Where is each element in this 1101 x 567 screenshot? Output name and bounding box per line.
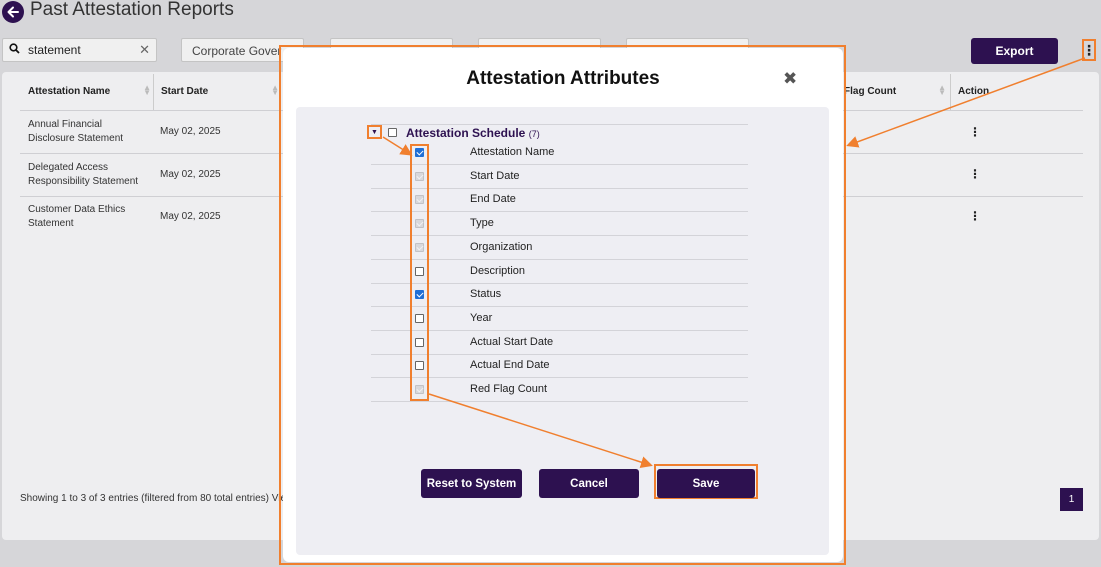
sort-icon: ▲ ▼ <box>938 83 946 97</box>
page-title: Past Attestation Reports <box>30 0 234 20</box>
row-action-icon[interactable]: ⋮ <box>969 209 981 223</box>
modal-body: ▼ Attestation Schedule (7) Attestation N… <box>296 107 829 555</box>
more-options-icon[interactable]: ⋮ <box>1082 39 1096 61</box>
attribute-label: Attestation Name <box>470 146 555 158</box>
export-button[interactable]: Export <box>971 38 1058 64</box>
attribute-label: End Date <box>470 193 516 206</box>
close-icon[interactable]: ✖ <box>783 69 797 89</box>
attribute-label: Status <box>470 288 502 301</box>
group-label[interactable]: Attestation Schedule (7) <box>406 126 540 140</box>
sort-icon: ▲ ▼ <box>143 83 151 97</box>
table-row-name[interactable]: Delegated Access Responsibility Statemen… <box>28 161 153 189</box>
back-arrow-icon[interactable] <box>2 1 24 23</box>
column-header-flag-count[interactable]: Flag Count ▲ ▼ <box>836 72 950 110</box>
column-header-start-date[interactable]: Start Date ▲ ▼ <box>153 72 283 110</box>
column-header-name[interactable]: Attestation Name ▲ ▼ <box>20 72 155 110</box>
page-1-button[interactable]: 1 <box>1060 488 1083 511</box>
table-row-start-date: May 02, 2025 <box>160 169 221 180</box>
table-row-start-date: May 02, 2025 <box>160 126 221 137</box>
attribute-label: Organization <box>470 240 533 253</box>
attribute-label: Actual Start Date <box>470 335 554 348</box>
checkbox-column-highlight <box>410 144 429 401</box>
attribute-label: Actual End Date <box>470 359 550 372</box>
clear-search-icon[interactable]: ✕ <box>139 42 150 58</box>
cancel-button[interactable]: Cancel <box>539 469 639 498</box>
attribute-label: Red Flag Count <box>470 383 548 395</box>
attribute-label: Year <box>470 311 493 324</box>
table-row-start-date: May 02, 2025 <box>160 211 221 222</box>
attribute-label: Type <box>470 217 494 230</box>
reset-to-system-button[interactable]: Reset to System <box>421 469 522 498</box>
row-action-icon[interactable]: ⋮ <box>969 167 981 181</box>
collapse-caret-icon[interactable]: ▼ <box>367 125 382 139</box>
column-header-action: Action <box>958 85 990 97</box>
attribute-label: Description <box>470 264 526 277</box>
table-row-name[interactable]: Customer Data Ethics Statement <box>28 203 138 231</box>
table-row-name[interactable]: Annual Financial Disclosure Statement <box>28 118 148 146</box>
attributes-modal: Attestation Attributes ✖ ▼ Attestation S… <box>283 48 843 562</box>
sort-icon: ▲ ▼ <box>271 83 279 97</box>
search-value: statement <box>28 43 81 57</box>
pagination-info: Showing 1 to 3 of 3 entries (filtered fr… <box>20 493 287 504</box>
attribute-label: Start Date <box>470 169 520 182</box>
group-checkbox[interactable] <box>388 128 397 137</box>
modal-title: Attestation Attributes <box>466 68 660 89</box>
search-icon <box>9 43 20 57</box>
search-input[interactable]: statement ✕ <box>2 38 157 62</box>
row-action-icon[interactable]: ⋮ <box>969 125 981 139</box>
save-button[interactable]: Save <box>657 469 755 498</box>
